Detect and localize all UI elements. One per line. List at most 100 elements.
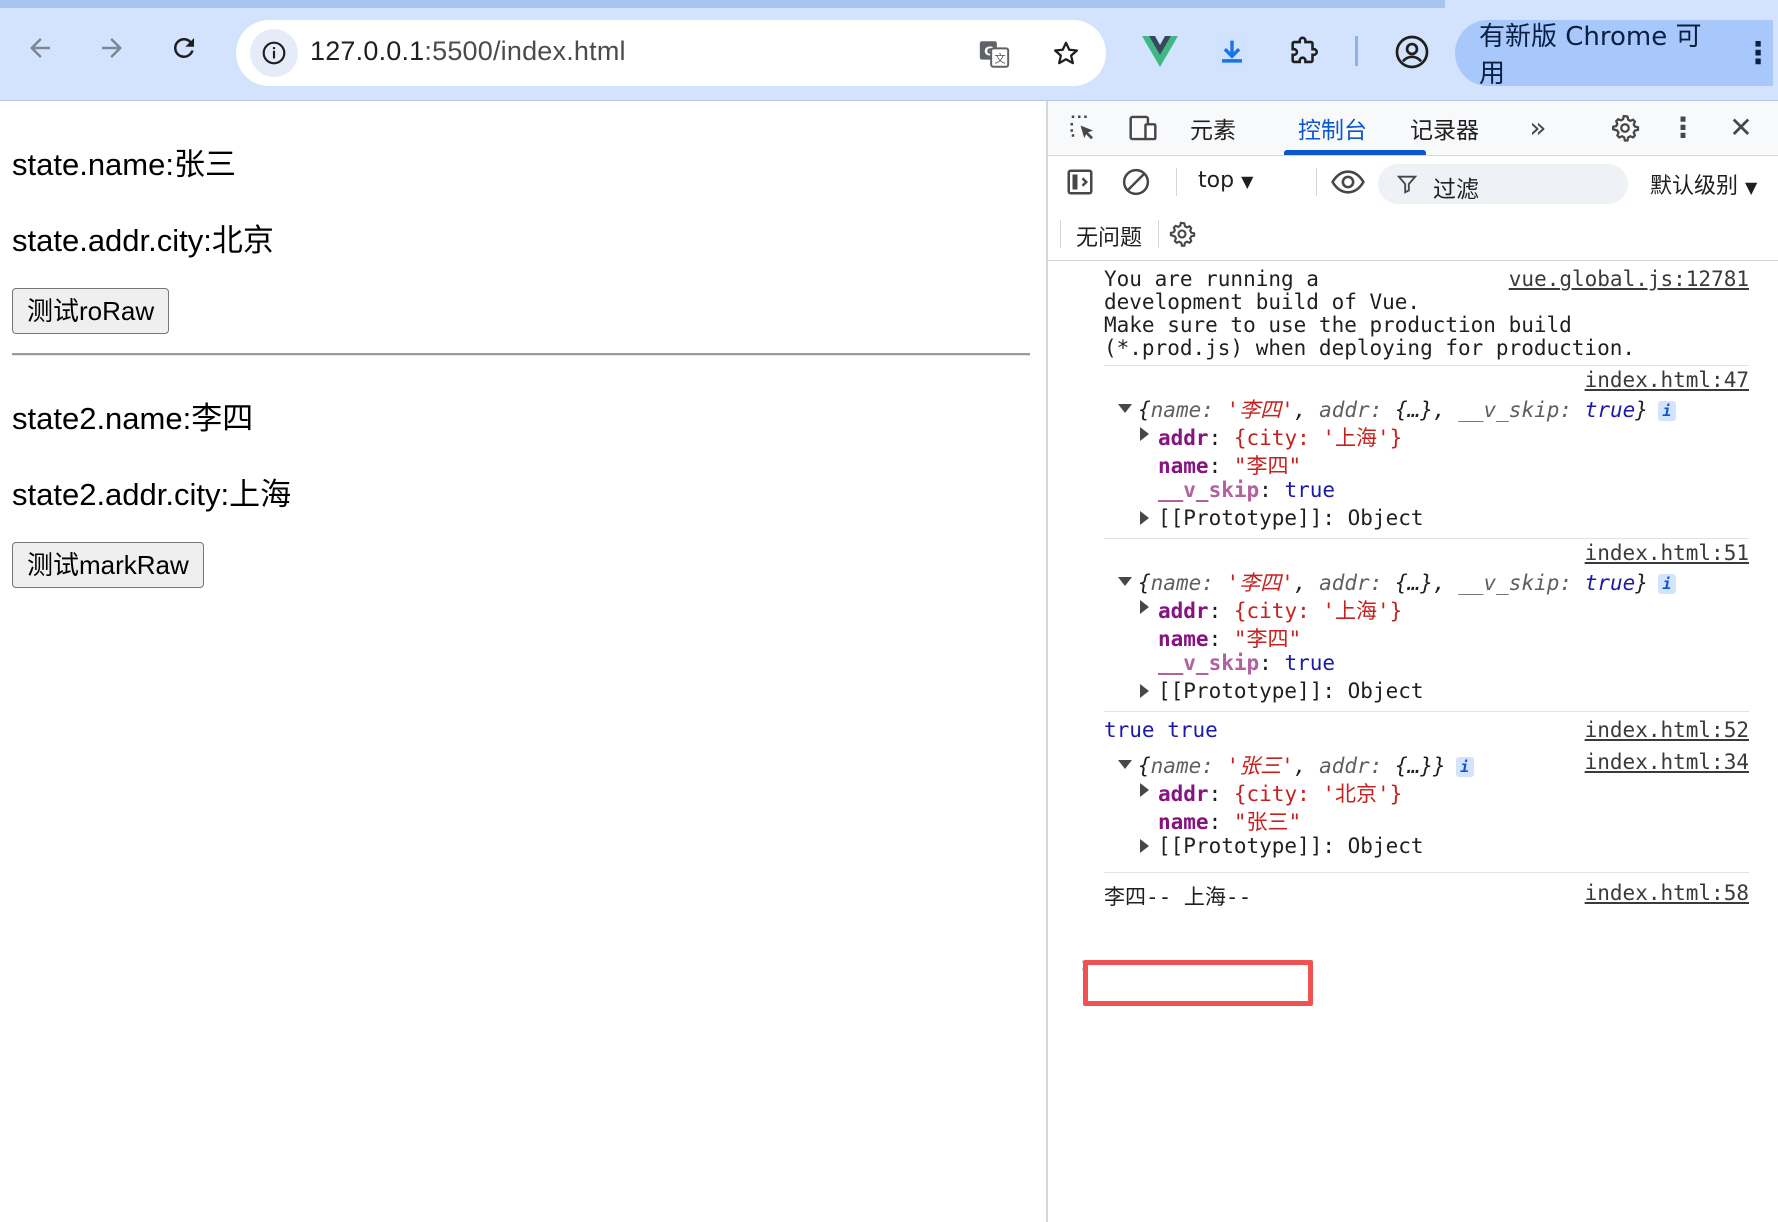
dropdown-arrow-icon: ▼ bbox=[1745, 178, 1758, 197]
property-addr[interactable]: addr: {city: '上海'} bbox=[1158, 422, 1402, 452]
property-prototype[interactable]: [[Prototype]]: Object bbox=[1158, 679, 1424, 703]
test-markraw-button[interactable]: 测试markRaw bbox=[12, 542, 204, 588]
property-value: {city: '北京'} bbox=[1233, 782, 1403, 806]
source-link[interactable]: index.html:58 bbox=[1585, 881, 1749, 905]
source-link[interactable]: vue.global.js:12781 bbox=[1509, 267, 1749, 291]
translate-icon: G文 bbox=[979, 41, 1010, 68]
object-summary[interactable]: {name: '李四', addr: {…}, __v_skip: true} i bbox=[1138, 394, 1676, 424]
expand-arrow-icon[interactable] bbox=[1118, 760, 1132, 769]
update-chrome-button[interactable]: 有新版 Chrome 可用 ⋮ bbox=[1455, 20, 1773, 89]
url-host: 127.0.0.1 bbox=[310, 36, 425, 66]
property-addr[interactable]: addr: {city: '上海'} bbox=[1158, 595, 1402, 625]
expand-arrow-icon[interactable] bbox=[1140, 684, 1149, 698]
profile-icon bbox=[1395, 35, 1429, 69]
object-summary[interactable]: {name: '张三', addr: {…}} i bbox=[1138, 750, 1474, 780]
colon-separator: : bbox=[1369, 754, 1395, 778]
address-bar[interactable]: 127.0.0.1:5500/index.html G文 bbox=[236, 20, 1106, 86]
download-icon bbox=[1217, 37, 1247, 67]
property-value: "李四" bbox=[1233, 627, 1302, 651]
log-level-selector[interactable]: 默认级别 ▼ bbox=[1650, 168, 1757, 200]
summary-value: '李四' bbox=[1226, 398, 1294, 422]
inspect-element-button[interactable] bbox=[1066, 111, 1100, 145]
summary-value: true bbox=[1584, 571, 1636, 595]
property-key: name bbox=[1158, 454, 1209, 478]
brace-close: } bbox=[1635, 398, 1648, 422]
console-message-log2: index.html:51 {name: '李四', addr: {…}, __… bbox=[1104, 539, 1749, 712]
summary-value: {…} bbox=[1395, 754, 1433, 778]
summary-key: __v_skip bbox=[1458, 398, 1560, 422]
back-button[interactable] bbox=[14, 22, 66, 74]
brace-close: } bbox=[1432, 754, 1446, 778]
context-selector[interactable]: top ▼ bbox=[1198, 168, 1253, 193]
extensions-button[interactable] bbox=[1282, 30, 1326, 74]
arrow-right-icon bbox=[102, 38, 122, 58]
summary-key: name bbox=[1150, 398, 1202, 422]
site-info-button[interactable] bbox=[250, 29, 298, 77]
state2-name-text: state2.name:李四 bbox=[12, 401, 254, 436]
source-link[interactable]: index.html:47 bbox=[1585, 368, 1749, 392]
expand-arrow-icon[interactable] bbox=[1140, 600, 1149, 614]
filter-input[interactable]: 过滤 bbox=[1378, 164, 1628, 204]
tab-elements[interactable]: 元素 bbox=[1190, 111, 1236, 145]
comma-separator: , bbox=[1432, 398, 1459, 422]
comma-separator: , bbox=[1432, 571, 1459, 595]
url-text: 127.0.0.1:5500/index.html bbox=[310, 36, 626, 67]
reload-button[interactable] bbox=[158, 22, 210, 74]
console-settings-button[interactable] bbox=[1166, 218, 1198, 250]
source-link[interactable]: index.html:52 bbox=[1585, 718, 1749, 742]
forward-button[interactable] bbox=[86, 22, 138, 74]
bookmark-button[interactable] bbox=[1046, 34, 1086, 74]
info-icon[interactable]: i bbox=[1657, 401, 1676, 421]
kebab-menu-icon[interactable]: ⋮ bbox=[1743, 36, 1773, 71]
property-key: __v_skip bbox=[1158, 478, 1260, 502]
device-toolbar-button[interactable] bbox=[1126, 111, 1160, 145]
comma-separator: , bbox=[1293, 398, 1320, 422]
sidebar-toggle-button[interactable] bbox=[1064, 166, 1096, 198]
live-expression-button[interactable] bbox=[1328, 166, 1368, 198]
active-tab-indicator bbox=[1284, 150, 1426, 155]
more-tabs-icon[interactable]: » bbox=[1520, 109, 1556, 145]
download-extension[interactable] bbox=[1210, 30, 1254, 74]
property-name: name: "李四" bbox=[1158, 454, 1302, 478]
expand-arrow-icon[interactable] bbox=[1140, 427, 1149, 441]
star-icon bbox=[1054, 41, 1078, 65]
close-devtools-icon[interactable]: ✕ bbox=[1724, 109, 1758, 145]
console-toolbar: top ▼ 过滤 默认级别 ▼ bbox=[1048, 156, 1778, 208]
expand-arrow-icon[interactable] bbox=[1140, 511, 1149, 525]
property-prototype[interactable]: [[Prototype]]: Object bbox=[1158, 834, 1424, 858]
console-message-log3: index.html:52 true true bbox=[1104, 712, 1749, 746]
profile-button[interactable] bbox=[1390, 30, 1434, 74]
info-icon[interactable]: i bbox=[1657, 574, 1676, 594]
eye-icon bbox=[1331, 170, 1365, 194]
state2-city-text: state2.addr.city:上海 bbox=[12, 477, 292, 512]
expand-arrow-icon[interactable] bbox=[1118, 404, 1132, 413]
translate-button[interactable]: G文 bbox=[974, 34, 1014, 74]
info-icon[interactable]: i bbox=[1455, 757, 1474, 777]
property-addr[interactable]: addr: {city: '北京'} bbox=[1158, 778, 1402, 808]
source-link[interactable]: index.html:51 bbox=[1585, 541, 1749, 565]
devtools-settings-button[interactable] bbox=[1608, 111, 1642, 145]
colon-separator: : bbox=[1369, 571, 1395, 595]
expand-arrow-icon[interactable] bbox=[1140, 839, 1149, 853]
summary-key: addr bbox=[1319, 571, 1370, 595]
console-text-line: (*.prod.js) when deploying for productio… bbox=[1104, 336, 1636, 360]
vue-devtools-extension[interactable] bbox=[1138, 30, 1182, 74]
object-summary[interactable]: {name: '李四', addr: {…}, __v_skip: true} i bbox=[1138, 567, 1676, 597]
colon-separator: : bbox=[1201, 754, 1227, 778]
colon-separator: : bbox=[1201, 571, 1227, 595]
devtools-menu-icon[interactable]: ⋮ bbox=[1668, 109, 1698, 145]
property-prototype[interactable]: [[Prototype]]: Object bbox=[1158, 506, 1424, 530]
clear-console-button[interactable] bbox=[1120, 166, 1152, 198]
source-link[interactable]: index.html:34 bbox=[1585, 750, 1749, 774]
expand-arrow-icon[interactable] bbox=[1140, 783, 1149, 797]
summary-key: name bbox=[1150, 754, 1202, 778]
tab-console[interactable]: 控制台 bbox=[1298, 111, 1367, 145]
summary-value: '张三' bbox=[1226, 754, 1294, 778]
property-value: {city: '上海'} bbox=[1233, 426, 1403, 450]
issues-count[interactable]: 无问题 bbox=[1076, 220, 1142, 252]
tab-recorder[interactable]: 记录器 bbox=[1410, 111, 1479, 145]
property-name: name: "张三" bbox=[1158, 810, 1302, 834]
test-toraw-button[interactable]: 测试roRaw bbox=[12, 288, 170, 334]
expand-arrow-icon[interactable] bbox=[1118, 577, 1132, 586]
property-value: "李四" bbox=[1233, 454, 1302, 478]
